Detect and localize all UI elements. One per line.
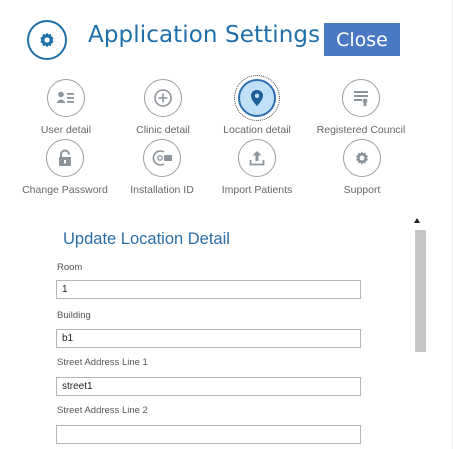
nav-label: Location detail — [223, 124, 291, 136]
nav-location-detail[interactable]: Location detail — [209, 75, 305, 136]
user-card-icon — [47, 79, 85, 117]
street-address-line-1-input[interactable] — [56, 377, 361, 396]
building-label: Building — [57, 310, 91, 321]
scroll-up-arrow-icon[interactable] — [414, 218, 420, 223]
gear-icon — [343, 139, 381, 177]
nav-change-password[interactable]: Change Password — [17, 139, 113, 196]
certificate-icon — [342, 79, 380, 117]
nav-label: Support — [343, 184, 381, 196]
room-input[interactable] — [56, 280, 361, 299]
street-address-line-1-label: Street Address Line 1 — [57, 357, 148, 368]
nav-installation-id[interactable]: Installation ID — [114, 139, 210, 196]
close-button[interactable]: Close — [324, 23, 400, 56]
upload-icon — [238, 139, 276, 177]
nav-label: Import Patients — [221, 184, 293, 196]
nav-clinic-detail[interactable]: Clinic detail — [115, 79, 211, 136]
location-pin-icon — [234, 75, 280, 121]
building-input[interactable] — [56, 329, 361, 348]
gear-icon — [27, 20, 67, 60]
room-label: Room — [57, 262, 83, 273]
plus-circle-icon — [144, 79, 182, 117]
nav-label: User detail — [40, 124, 92, 136]
lock-icon — [46, 139, 84, 177]
nav-label: Registered Council — [316, 124, 406, 136]
street-address-line-2-label: Street Address Line 2 — [57, 405, 148, 416]
nav-import-patients[interactable]: Import Patients — [209, 139, 305, 196]
nav-label: Clinic detail — [136, 124, 190, 136]
page-title: Application Settings — [88, 22, 321, 48]
scrollbar-thumb[interactable] — [415, 230, 426, 352]
form-title: Update Location Detail — [63, 230, 230, 248]
nav-label: Change Password — [22, 184, 108, 196]
nav-registered-council[interactable]: Registered Council — [313, 79, 409, 136]
nav-label: Installation ID — [130, 184, 194, 196]
street-address-line-2-input[interactable] — [56, 425, 361, 444]
nav-support[interactable]: Support — [314, 139, 410, 196]
installation-id-icon — [143, 139, 181, 177]
nav-user-detail[interactable]: User detail — [18, 79, 114, 136]
